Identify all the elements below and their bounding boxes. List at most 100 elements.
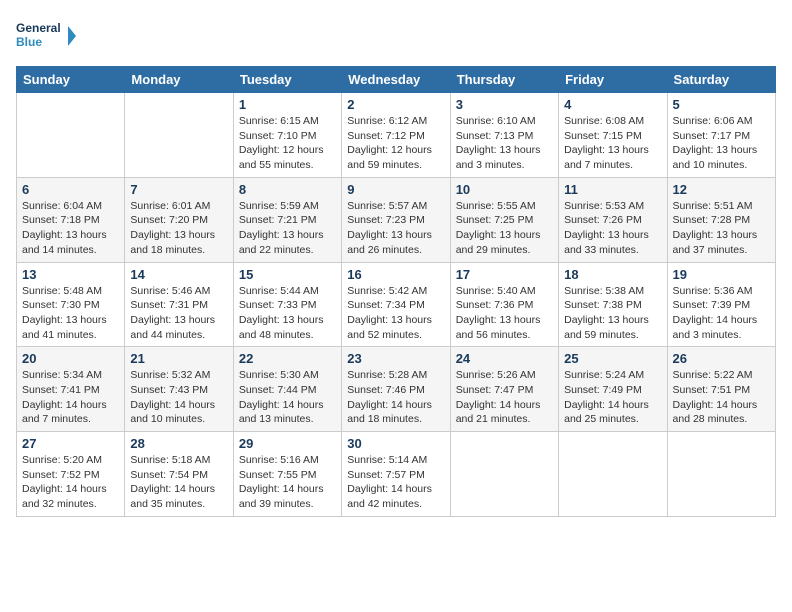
week-row-3: 13 Sunrise: 5:48 AMSunset: 7:30 PMDayligh… <box>17 262 776 347</box>
day-info: Sunrise: 6:04 AMSunset: 7:18 PMDaylight:… <box>22 199 119 258</box>
svg-text:Blue: Blue <box>16 35 42 49</box>
svg-text:General: General <box>16 21 61 35</box>
day-number: 16 <box>347 267 444 282</box>
day-info: Sunrise: 5:24 AMSunset: 7:49 PMDaylight:… <box>564 368 661 427</box>
calendar-cell: 20Sunrise: 5:34 AMSunset: 7:41 PMDayligh… <box>17 347 125 432</box>
calendar-cell: 2Sunrise: 6:12 AMSunset: 7:12 PMDaylight… <box>342 93 450 178</box>
calendar-cell: 11 Sunrise: 5:53 AMSunset: 7:26 PMDayligh… <box>559 177 667 262</box>
day-number: 15 <box>239 267 336 282</box>
day-info: Sunrise: 5:36 AMSunset: 7:39 PMDaylight:… <box>673 284 770 343</box>
weekday-header-monday: Monday <box>125 67 233 93</box>
day-info: Sunrise: 5:57 AMSunset: 7:23 PMDaylight:… <box>347 199 444 258</box>
calendar-table: SundayMondayTuesdayWednesdayThursdayFrid… <box>16 66 776 517</box>
calendar-cell <box>17 93 125 178</box>
calendar-cell: 3 Sunrise: 6:10 AMSunset: 7:13 PMDaylight… <box>450 93 558 178</box>
calendar-cell: 13 Sunrise: 5:48 AMSunset: 7:30 PMDayligh… <box>17 262 125 347</box>
calendar-cell: 29 Sunrise: 5:16 AMSunset: 7:55 PMDayligh… <box>233 432 341 517</box>
day-number: 5 <box>673 97 770 112</box>
calendar-cell: 30Sunrise: 5:14 AMSunset: 7:57 PMDayligh… <box>342 432 450 517</box>
day-info: Sunrise: 5:18 AMSunset: 7:54 PMDaylight:… <box>130 453 227 512</box>
day-number: 10 <box>456 182 553 197</box>
day-number: 3 <box>456 97 553 112</box>
calendar-cell: 28 Sunrise: 5:18 AMSunset: 7:54 PMDayligh… <box>125 432 233 517</box>
day-number: 19 <box>673 267 770 282</box>
day-number: 17 <box>456 267 553 282</box>
day-info: Sunrise: 5:28 AMSunset: 7:46 PMDaylight:… <box>347 368 444 427</box>
calendar-cell: 21 Sunrise: 5:32 AMSunset: 7:43 PMDayligh… <box>125 347 233 432</box>
day-info: Sunrise: 5:32 AMSunset: 7:43 PMDaylight:… <box>130 368 227 427</box>
day-number: 25 <box>564 351 661 366</box>
calendar-cell: 27Sunrise: 5:20 AMSunset: 7:52 PMDayligh… <box>17 432 125 517</box>
calendar-cell: 10 Sunrise: 5:55 AMSunset: 7:25 PMDayligh… <box>450 177 558 262</box>
day-number: 9 <box>347 182 444 197</box>
day-number: 27 <box>22 436 119 451</box>
day-number: 24 <box>456 351 553 366</box>
day-number: 4 <box>564 97 661 112</box>
calendar-cell: 7Sunrise: 6:01 AMSunset: 7:20 PMDaylight… <box>125 177 233 262</box>
day-number: 26 <box>673 351 770 366</box>
calendar-cell: 18 Sunrise: 5:38 AMSunset: 7:38 PMDayligh… <box>559 262 667 347</box>
day-info: Sunrise: 5:55 AMSunset: 7:25 PMDaylight:… <box>456 199 553 258</box>
weekday-header-friday: Friday <box>559 67 667 93</box>
day-number: 22 <box>239 351 336 366</box>
day-number: 29 <box>239 436 336 451</box>
day-info: Sunrise: 5:44 AMSunset: 7:33 PMDaylight:… <box>239 284 336 343</box>
day-info: Sunrise: 6:15 AMSunset: 7:10 PMDaylight:… <box>239 114 336 173</box>
weekday-header-row: SundayMondayTuesdayWednesdayThursdayFrid… <box>17 67 776 93</box>
calendar-cell: 6 Sunrise: 6:04 AMSunset: 7:18 PMDaylight… <box>17 177 125 262</box>
day-info: Sunrise: 5:59 AMSunset: 7:21 PMDaylight:… <box>239 199 336 258</box>
calendar-cell <box>125 93 233 178</box>
weekday-header-sunday: Sunday <box>17 67 125 93</box>
day-number: 21 <box>130 351 227 366</box>
day-info: Sunrise: 5:40 AMSunset: 7:36 PMDaylight:… <box>456 284 553 343</box>
calendar-cell: 19 Sunrise: 5:36 AMSunset: 7:39 PMDayligh… <box>667 262 775 347</box>
calendar-cell <box>559 432 667 517</box>
calendar-cell <box>667 432 775 517</box>
calendar-cell <box>450 432 558 517</box>
day-info: Sunrise: 5:16 AMSunset: 7:55 PMDaylight:… <box>239 453 336 512</box>
calendar-cell: 8 Sunrise: 5:59 AMSunset: 7:21 PMDaylight… <box>233 177 341 262</box>
day-number: 11 <box>564 182 661 197</box>
calendar-cell: 26 Sunrise: 5:22 AMSunset: 7:51 PMDayligh… <box>667 347 775 432</box>
day-info: Sunrise: 5:26 AMSunset: 7:47 PMDaylight:… <box>456 368 553 427</box>
calendar-cell: 25 Sunrise: 5:24 AMSunset: 7:49 PMDayligh… <box>559 347 667 432</box>
day-info: Sunrise: 5:14 AMSunset: 7:57 PMDaylight:… <box>347 453 444 512</box>
day-number: 23 <box>347 351 444 366</box>
calendar-cell: 17 Sunrise: 5:40 AMSunset: 7:36 PMDayligh… <box>450 262 558 347</box>
day-number: 8 <box>239 182 336 197</box>
day-number: 1 <box>239 97 336 112</box>
calendar-cell: 12Sunrise: 5:51 AMSunset: 7:28 PMDayligh… <box>667 177 775 262</box>
day-info: Sunrise: 5:38 AMSunset: 7:38 PMDaylight:… <box>564 284 661 343</box>
day-info: Sunrise: 5:22 AMSunset: 7:51 PMDaylight:… <box>673 368 770 427</box>
day-number: 6 <box>22 182 119 197</box>
page-header: General Blue <box>16 16 776 56</box>
calendar-cell: 4 Sunrise: 6:08 AMSunset: 7:15 PMDaylight… <box>559 93 667 178</box>
day-info: Sunrise: 5:51 AMSunset: 7:28 PMDaylight:… <box>673 199 770 258</box>
logo: General Blue <box>16 16 76 56</box>
week-row-4: 20Sunrise: 5:34 AMSunset: 7:41 PMDayligh… <box>17 347 776 432</box>
day-number: 13 <box>22 267 119 282</box>
weekday-header-wednesday: Wednesday <box>342 67 450 93</box>
day-number: 20 <box>22 351 119 366</box>
day-info: Sunrise: 5:42 AMSunset: 7:34 PMDaylight:… <box>347 284 444 343</box>
day-info: Sunrise: 5:53 AMSunset: 7:26 PMDaylight:… <box>564 199 661 258</box>
day-info: Sunrise: 6:08 AMSunset: 7:15 PMDaylight:… <box>564 114 661 173</box>
calendar-cell: 16 Sunrise: 5:42 AMSunset: 7:34 PMDayligh… <box>342 262 450 347</box>
calendar-cell: 22 Sunrise: 5:30 AMSunset: 7:44 PMDayligh… <box>233 347 341 432</box>
weekday-header-tuesday: Tuesday <box>233 67 341 93</box>
calendar-cell: 15 Sunrise: 5:44 AMSunset: 7:33 PMDayligh… <box>233 262 341 347</box>
day-info: Sunrise: 5:30 AMSunset: 7:44 PMDaylight:… <box>239 368 336 427</box>
day-info: Sunrise: 5:46 AMSunset: 7:31 PMDaylight:… <box>130 284 227 343</box>
day-info: Sunrise: 5:48 AMSunset: 7:30 PMDaylight:… <box>22 284 119 343</box>
day-info: Sunrise: 6:01 AMSunset: 7:20 PMDaylight:… <box>130 199 227 258</box>
week-row-1: 1 Sunrise: 6:15 AMSunset: 7:10 PMDaylight… <box>17 93 776 178</box>
day-number: 28 <box>130 436 227 451</box>
day-number: 2 <box>347 97 444 112</box>
day-number: 18 <box>564 267 661 282</box>
calendar-cell: 14Sunrise: 5:46 AMSunset: 7:31 PMDayligh… <box>125 262 233 347</box>
weekday-header-saturday: Saturday <box>667 67 775 93</box>
day-info: Sunrise: 6:06 AMSunset: 7:17 PMDaylight:… <box>673 114 770 173</box>
week-row-5: 27Sunrise: 5:20 AMSunset: 7:52 PMDayligh… <box>17 432 776 517</box>
day-info: Sunrise: 6:10 AMSunset: 7:13 PMDaylight:… <box>456 114 553 173</box>
calendar-cell: 9 Sunrise: 5:57 AMSunset: 7:23 PMDaylight… <box>342 177 450 262</box>
